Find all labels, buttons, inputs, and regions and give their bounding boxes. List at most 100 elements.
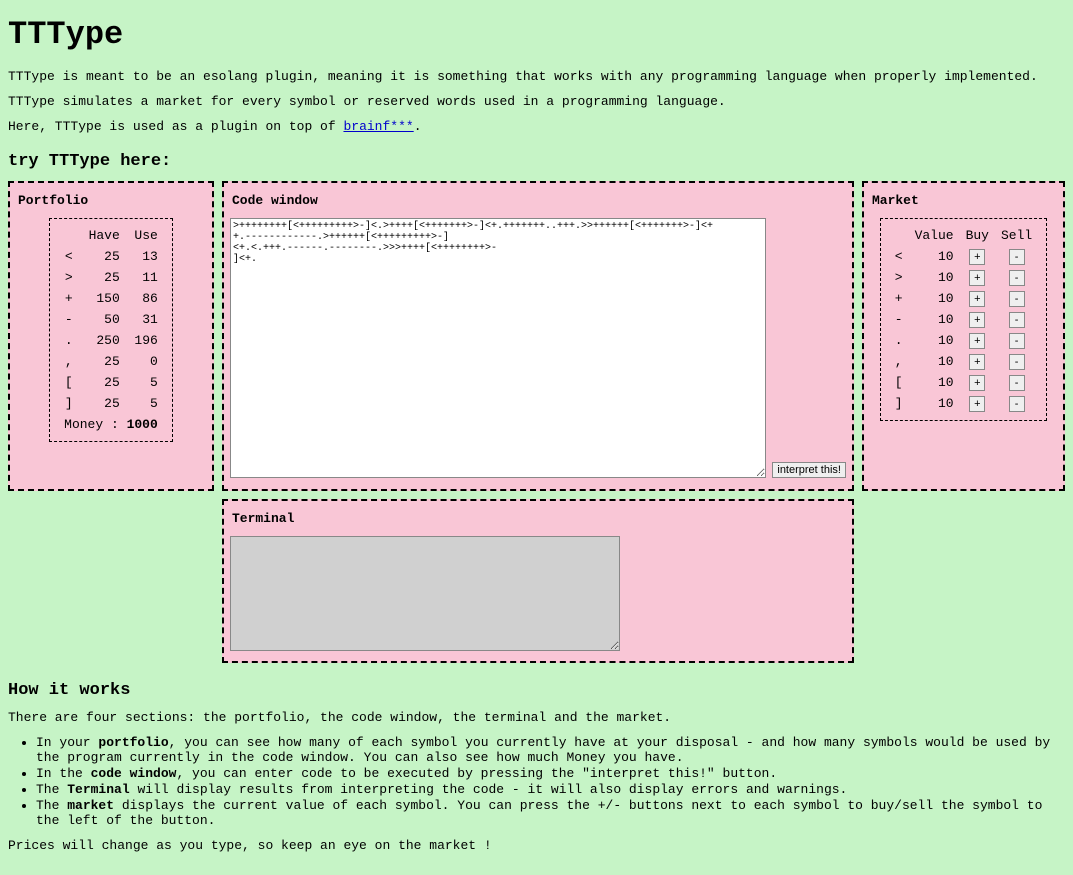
- market-sym: ]: [889, 393, 909, 414]
- buy-button[interactable]: +: [969, 333, 985, 349]
- portfolio-have: 25: [79, 372, 125, 393]
- terminal-textarea[interactable]: [230, 536, 620, 651]
- portfolio-sym: ]: [58, 393, 79, 414]
- money-value: 1000: [127, 417, 158, 432]
- sell-button[interactable]: -: [1009, 375, 1025, 391]
- market-row: <10 + -: [889, 246, 1038, 267]
- portfolio-row: [255: [58, 372, 164, 393]
- market-sym: <: [889, 246, 909, 267]
- intro-paragraph-1: TTType is meant to be an esolang plugin,…: [8, 69, 1065, 84]
- portfolio-row: .250196: [58, 330, 164, 351]
- terminal-panel: Terminal: [222, 499, 854, 663]
- portfolio-row: +15086: [58, 288, 164, 309]
- market-sym: ,: [889, 351, 909, 372]
- portfolio-sym: <: [58, 246, 79, 267]
- market-header-sell: Sell: [995, 225, 1038, 246]
- terminal-title: Terminal: [232, 511, 844, 526]
- buy-button[interactable]: +: [969, 375, 985, 391]
- buy-button[interactable]: +: [969, 249, 985, 265]
- market-table: Value Buy Sell <10+->10+-+10+--10+-.10+-…: [889, 225, 1038, 414]
- market-row: .10 + -: [889, 330, 1038, 351]
- market-value: 10: [909, 372, 960, 393]
- portfolio-sym: .: [58, 330, 79, 351]
- portfolio-row: -5031: [58, 309, 164, 330]
- portfolio-title: Portfolio: [18, 193, 204, 208]
- buy-button[interactable]: +: [969, 396, 985, 412]
- portfolio-use: 86: [126, 288, 164, 309]
- sell-button[interactable]: -: [1009, 249, 1025, 265]
- market-row: [10 + -: [889, 372, 1038, 393]
- market-value: 10: [909, 309, 960, 330]
- portfolio-use: 5: [126, 372, 164, 393]
- buy-button[interactable]: +: [969, 312, 985, 328]
- code-title: Code window: [232, 193, 844, 208]
- interpret-button[interactable]: interpret this!: [772, 462, 846, 478]
- portfolio-panel: Portfolio Have Use <2513>2511+15086-5031…: [8, 181, 214, 491]
- how-heading: How it works: [8, 681, 1065, 700]
- portfolio-have: 150: [79, 288, 125, 309]
- portfolio-header-sym: [58, 225, 79, 246]
- buy-button[interactable]: +: [969, 270, 985, 286]
- market-header-sym: [889, 225, 909, 246]
- market-sym: [: [889, 372, 909, 393]
- portfolio-sym: [: [58, 372, 79, 393]
- market-panel: Market Value Buy Sell <10+->10+-+10+--10…: [862, 181, 1065, 491]
- try-heading: try TTType here:: [8, 152, 1065, 171]
- portfolio-use: 5: [126, 393, 164, 414]
- brainfuck-link[interactable]: brainf***: [343, 119, 413, 134]
- portfolio-use: 196: [126, 330, 164, 351]
- market-row: >10+-: [889, 267, 1038, 288]
- page-title: TTType: [8, 16, 1065, 53]
- how-li-2: In the code window, you can enter code t…: [36, 766, 1065, 781]
- sell-button[interactable]: -: [1009, 333, 1025, 349]
- portfolio-sym: ,: [58, 351, 79, 372]
- portfolio-sym: >: [58, 267, 79, 288]
- intro-p3-suffix: .: [414, 119, 422, 134]
- how-p1: There are four sections: the portfolio, …: [8, 710, 1065, 725]
- money-label: Money :: [64, 417, 119, 432]
- code-panel: Code window interpret this!: [222, 181, 854, 491]
- sell-button[interactable]: -: [1009, 396, 1025, 412]
- market-value: 10: [909, 330, 960, 351]
- sell-button[interactable]: -: [1009, 270, 1025, 286]
- market-header-buy: Buy: [960, 225, 995, 246]
- portfolio-have: 25: [79, 267, 125, 288]
- market-value: 10: [909, 246, 960, 267]
- portfolio-row: ]255: [58, 393, 164, 414]
- market-sym: .: [889, 330, 909, 351]
- how-li-1: In your portfolio, you can see how many …: [36, 735, 1065, 765]
- portfolio-header-use: Use: [126, 225, 164, 246]
- how-list: In your portfolio, you can see how many …: [8, 735, 1065, 828]
- market-header-value: Value: [909, 225, 960, 246]
- code-textarea[interactable]: [230, 218, 766, 478]
- market-value: 10: [909, 288, 960, 309]
- market-row: +10+-: [889, 288, 1038, 309]
- intro-p3-prefix: Here, TTType is used as a plugin on top …: [8, 119, 343, 134]
- portfolio-sym: -: [58, 309, 79, 330]
- market-sym: +: [889, 288, 909, 309]
- market-row: ,10 + -: [889, 351, 1038, 372]
- portfolio-have: 50: [79, 309, 125, 330]
- how-p2: Prices will change as you type, so keep …: [8, 838, 1065, 853]
- portfolio-table-wrap: Have Use <2513>2511+15086-5031.250196,25…: [49, 218, 173, 442]
- market-value: 10: [909, 351, 960, 372]
- portfolio-use: 11: [126, 267, 164, 288]
- portfolio-row: <2513: [58, 246, 164, 267]
- portfolio-row: >2511: [58, 267, 164, 288]
- portfolio-have: 25: [79, 351, 125, 372]
- sell-button[interactable]: -: [1009, 312, 1025, 328]
- buy-button[interactable]: +: [969, 354, 985, 370]
- market-row: -10+-: [889, 309, 1038, 330]
- portfolio-use: 0: [126, 351, 164, 372]
- portfolio-row: ,250: [58, 351, 164, 372]
- buy-button[interactable]: +: [969, 291, 985, 307]
- market-row: ]10 + -: [889, 393, 1038, 414]
- market-sym: >: [889, 267, 909, 288]
- portfolio-sym: +: [58, 288, 79, 309]
- market-value: 10: [909, 393, 960, 414]
- sell-button[interactable]: -: [1009, 354, 1025, 370]
- portfolio-have: 25: [79, 393, 125, 414]
- sell-button[interactable]: -: [1009, 291, 1025, 307]
- market-sym: -: [889, 309, 909, 330]
- portfolio-use: 31: [126, 309, 164, 330]
